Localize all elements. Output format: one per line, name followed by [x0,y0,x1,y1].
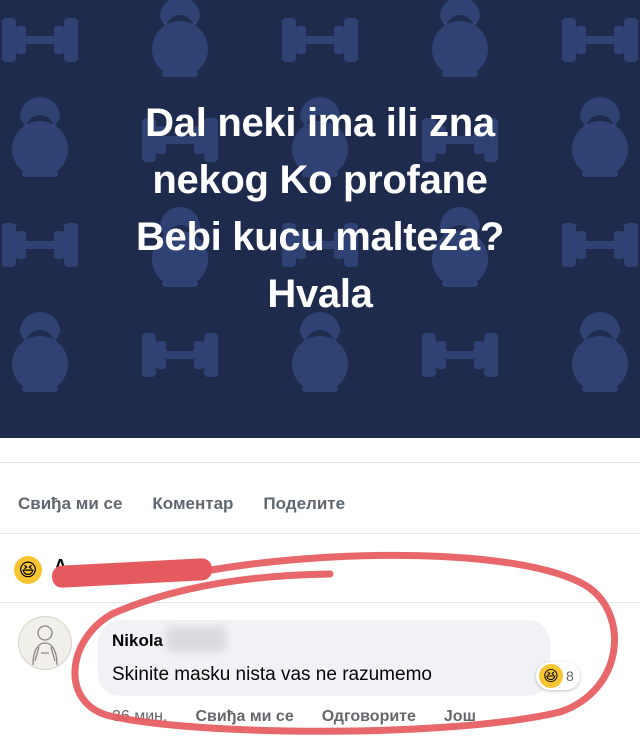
comment-reactions[interactable]: 😆 8 [536,662,580,690]
comment-meta: 36 мин. Свиђа ми се Одговорите Још [112,708,476,726]
blurred-surname [166,626,226,652]
divider [0,533,640,534]
share-button[interactable]: Поделите [263,494,345,514]
comment-reply-button[interactable]: Одговорите [322,708,416,726]
comment-time[interactable]: 36 мин. [112,708,167,726]
post-line: Hvala [267,272,373,316]
laughing-face-icon: 😆 [14,556,42,584]
person-sketch-icon [32,625,58,666]
comment-text: Skinite masku nista vas ne razumemo [112,664,432,685]
comment-more-button[interactable]: Још [444,708,476,726]
post-line: Dal neki ima ili zna [145,101,495,145]
post-line: nekog Ko profane [152,158,488,202]
divider [0,602,640,603]
laughing-face-icon: 😆 [539,664,563,688]
comment-like-button[interactable]: Свиђа ми се [195,708,293,726]
comment-author[interactable]: Nikola [112,631,163,651]
reaction-count: 8 [566,668,574,684]
avatar[interactable] [18,616,72,670]
like-button[interactable]: Свиђа ми се [18,494,122,514]
post-line: Bebi kucu malteza? [135,215,505,259]
divider [0,462,640,463]
post-image[interactable]: Dal neki ima ili zna nekog Ko profane Be… [0,0,640,438]
post-text: Dal neki ima ili zna nekog Ko profane Be… [60,95,580,323]
action-bar: Свиђа ми се Коментар Поделите [18,494,345,514]
comment-button[interactable]: Коментар [152,494,233,514]
